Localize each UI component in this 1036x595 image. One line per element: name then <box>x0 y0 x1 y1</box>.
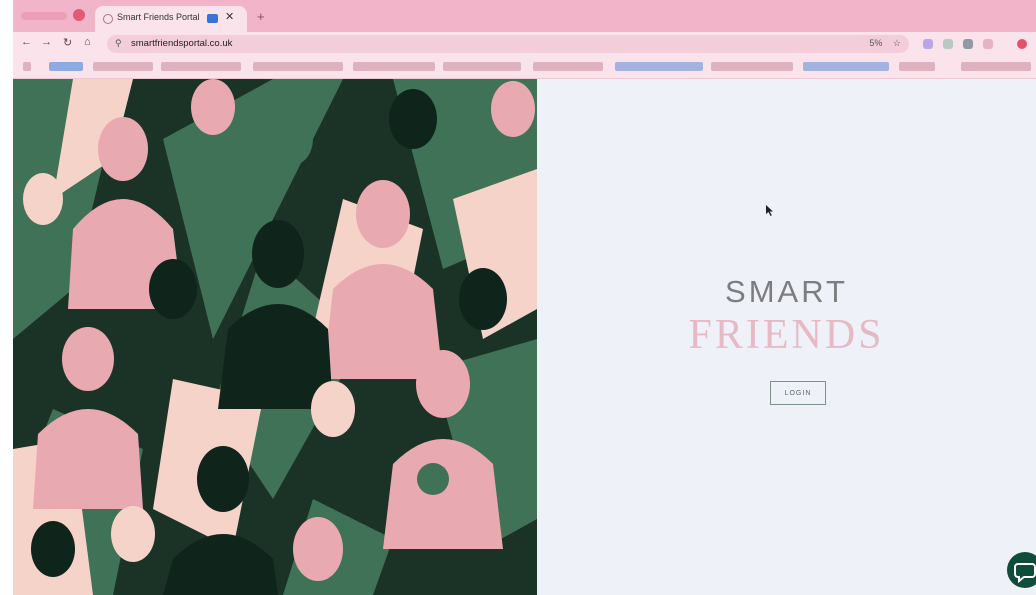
browser-window: Smart Friends Portal ✕ + ← → ↻ ⌂ ⚲ smart… <box>13 0 1036 595</box>
star-icon[interactable]: ☆ <box>893 38 901 48</box>
chat-icon <box>1014 563 1036 584</box>
chat-button[interactable] <box>1007 552 1036 588</box>
bookmark-item[interactable] <box>49 62 83 71</box>
bookmark-item[interactable] <box>533 62 603 71</box>
extension-icon[interactable] <box>923 39 933 49</box>
bookmark-item[interactable] <box>443 62 521 71</box>
window-controls[interactable] <box>21 12 67 20</box>
tab-title: Smart Friends Portal <box>117 12 200 22</box>
profile-icon[interactable] <box>1017 39 1027 49</box>
favicon-icon <box>103 14 113 24</box>
reload-icon[interactable]: ↻ <box>63 36 72 49</box>
bookmark-item[interactable] <box>711 62 793 71</box>
back-icon[interactable]: ← <box>21 36 32 48</box>
bookmark-item[interactable] <box>803 62 889 71</box>
page-content: SMART FRIENDS LOGIN <box>13 79 1036 595</box>
mouse-cursor-icon <box>766 205 773 216</box>
landing-panel: SMART FRIENDS LOGIN <box>537 79 1036 595</box>
site-info-icon[interactable]: ⚲ <box>115 38 122 49</box>
tab-strip: Smart Friends Portal ✕ + <box>13 0 1036 32</box>
browser-toolbar: ← → ↻ ⌂ ⚲ smartfriendsportal.co.uk 5% ☆ <box>13 32 1036 56</box>
all-bookmarks[interactable] <box>961 62 1031 71</box>
extension-icon[interactable] <box>963 39 973 49</box>
close-icon[interactable]: ✕ <box>225 10 234 23</box>
zoom-indicator[interactable]: 5% <box>869 38 882 48</box>
bookmarks-bar <box>13 56 1036 79</box>
bookmark-item[interactable] <box>899 62 935 71</box>
tab-smart-friends-portal[interactable]: Smart Friends Portal ✕ <box>95 6 247 32</box>
bookmark-item[interactable] <box>353 62 435 71</box>
bookmark-item[interactable] <box>161 62 241 71</box>
bookmark-item[interactable] <box>615 62 703 71</box>
plus-icon[interactable]: + <box>257 9 265 24</box>
bookmark-item[interactable] <box>253 62 343 71</box>
home-icon[interactable]: ⌂ <box>84 36 91 48</box>
omnibox-right: 5% ☆ <box>869 38 901 49</box>
brand-title-friends: FRIENDS <box>688 312 885 358</box>
forward-icon[interactable]: → <box>41 36 52 48</box>
brand-title-smart: SMART <box>725 274 848 309</box>
extension-icon[interactable] <box>943 39 953 49</box>
login-button[interactable]: LOGIN <box>770 381 826 405</box>
address-bar[interactable]: ⚲ smartfriendsportal.co.uk 5% ☆ <box>107 35 909 53</box>
extension-icon[interactable] <box>983 39 993 49</box>
apps-icon[interactable] <box>23 62 31 71</box>
record-icon[interactable] <box>73 9 85 21</box>
media-icon[interactable] <box>207 14 218 23</box>
bookmark-item[interactable] <box>93 62 153 71</box>
url-text[interactable]: smartfriendsportal.co.uk <box>131 38 232 49</box>
people-illustration <box>13 79 537 595</box>
